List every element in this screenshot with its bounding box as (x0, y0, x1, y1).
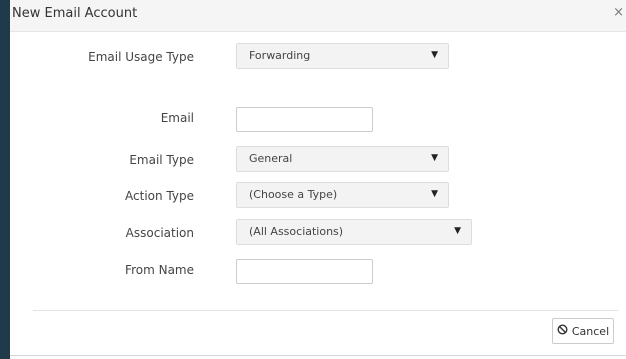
from-name-label: From Name (125, 263, 194, 277)
cancel-button-label: Cancel (571, 324, 610, 338)
association-select[interactable]: (All Associations) ▼ (236, 219, 472, 245)
email-label: Email (160, 111, 194, 125)
chevron-down-icon: ▼ (431, 189, 438, 199)
cancel-button[interactable]: Cancel (552, 318, 614, 344)
close-icon[interactable]: × (613, 5, 624, 20)
usage-type-select[interactable]: Forwarding ▼ (236, 43, 449, 69)
footer-divider (33, 310, 618, 311)
from-name-input[interactable] (236, 259, 373, 284)
left-sidebar-strip (0, 0, 10, 359)
chevron-down-icon: ▼ (431, 50, 438, 60)
usage-type-label: Email Usage Type (88, 50, 194, 64)
action-type-value: (Choose a Type) (249, 188, 338, 201)
email-input[interactable] (236, 107, 373, 132)
email-type-value: General (249, 152, 293, 165)
ban-icon (557, 324, 568, 338)
action-type-select[interactable]: (Choose a Type) ▼ (236, 182, 449, 208)
association-value: (All Associations) (249, 225, 344, 238)
dialog-title: New Email Account (12, 6, 138, 21)
association-label: Association (125, 226, 194, 240)
action-type-label: Action Type (125, 189, 194, 203)
chevron-down-icon: ▼ (454, 226, 461, 236)
dialog-bottom-border (10, 355, 626, 356)
dialog-header: New Email Account × (10, 0, 626, 32)
email-type-select[interactable]: General ▼ (236, 146, 449, 172)
new-email-account-dialog: New Email Account × Email Usage Type For… (10, 0, 626, 359)
chevron-down-icon: ▼ (431, 153, 438, 163)
usage-type-value: Forwarding (249, 49, 311, 62)
email-type-label: Email Type (129, 153, 194, 167)
